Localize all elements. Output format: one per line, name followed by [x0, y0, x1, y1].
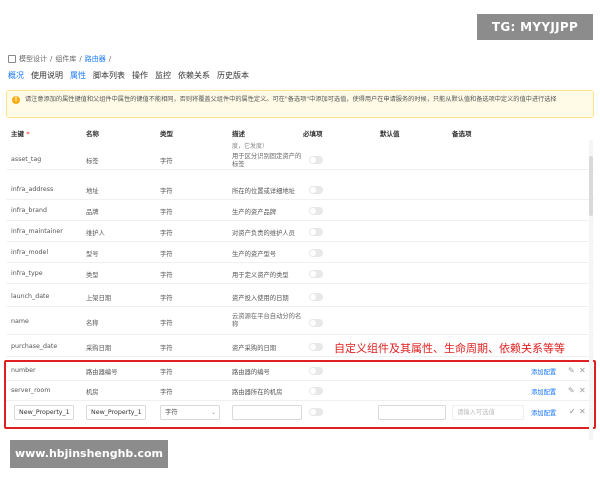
- alert-text: 请注意添加的属性键值和父组件中属性的键值不能相同，否则将覆盖父组件中的属性定义。…: [25, 96, 557, 103]
- breadcrumb-lib[interactable]: 组件库: [55, 54, 76, 64]
- tab-usage[interactable]: 使用说明: [31, 70, 63, 81]
- tab-bar: 概况 使用说明 属性 脚本列表 操作 监控 依赖关系 历史版本: [8, 70, 249, 81]
- cell-name: 名称: [86, 320, 99, 327]
- breadcrumb-sep: /: [79, 55, 82, 63]
- col-default: 默认值: [380, 130, 400, 138]
- tab-overview[interactable]: 概况: [8, 70, 24, 81]
- cell-type: 字符: [160, 251, 173, 258]
- cell-desc: 生产的资产型号: [232, 251, 277, 258]
- cell-type: 字符: [160, 272, 173, 279]
- annotation-text: 自定义组件及其属性、生命周期、依赖关系等等: [334, 342, 565, 355]
- table-row: name 名称 字符 云资源在平台自动分的名称: [6, 310, 594, 335]
- cell-desc: 生产的资产品牌: [232, 209, 277, 216]
- cell-desc: 所在的位置或详细地址: [232, 188, 295, 195]
- cell-type: 字符: [160, 345, 173, 352]
- table-row: infra_brand 品牌 字符 生产的资产品牌: [6, 201, 594, 221]
- watermark-top: TG: MYYJJPP: [477, 14, 593, 40]
- breadcrumb-current[interactable]: 路由器: [85, 54, 106, 64]
- breadcrumb-sep: /: [108, 55, 112, 63]
- cell-desc: 用于区分识别固定资产的标签: [232, 153, 302, 168]
- cell-key: purchase_date: [11, 343, 58, 350]
- tab-history[interactable]: 历史版本: [217, 70, 249, 81]
- cell-name: 品牌: [86, 209, 99, 216]
- tab-properties[interactable]: 属性: [70, 70, 86, 81]
- required-toggle[interactable]: [309, 207, 323, 215]
- required-toggle[interactable]: [309, 156, 323, 164]
- tab-monitoring[interactable]: 监控: [155, 70, 171, 81]
- required-toggle[interactable]: [309, 270, 323, 278]
- cell-desc: 资产采购的日期: [232, 345, 277, 352]
- col-required: 必填项: [303, 130, 323, 138]
- table-row: asset_tag 标签 字符 用于区分识别固定资产的标签: [6, 150, 594, 170]
- required-toggle[interactable]: [309, 293, 323, 301]
- required-toggle[interactable]: [309, 249, 323, 257]
- cell-name: 地址: [86, 188, 99, 195]
- breadcrumb-root[interactable]: 模型设计: [19, 54, 47, 64]
- scrollbar-thumb[interactable]: [589, 156, 593, 216]
- cell-desc: 资产投入使用的日期: [232, 295, 289, 302]
- tab-scripts[interactable]: 脚本列表: [93, 70, 125, 81]
- table-row: infra_model 型号 字符 生产的资产型号: [6, 243, 594, 263]
- cell-type: 字符: [160, 209, 173, 216]
- table-header: 主键 * 名称 类型 描述 必填项 默认值 备选项: [6, 124, 594, 140]
- cell-name: 采购日期: [86, 345, 112, 352]
- watermark-bottom: www.hbjinshenghb.com: [10, 440, 168, 468]
- col-desc: 描述: [232, 130, 245, 138]
- cell-type: 字符: [160, 295, 173, 302]
- cell-key: asset_tag: [11, 156, 42, 163]
- scrollbar[interactable]: [589, 140, 593, 440]
- cell-name: 标签: [86, 158, 99, 165]
- table-row: launch_date 上架日期 字符 资产投入使用的日期: [6, 287, 594, 307]
- breadcrumb-sep: /: [50, 55, 53, 63]
- cell-key: infra_maintainer: [11, 228, 63, 235]
- col-name: 名称: [86, 130, 99, 138]
- cell-desc: 云资源在平台自动分的名称: [232, 313, 302, 328]
- cell-type: 字符: [160, 320, 173, 327]
- table-row: infra_maintainer 维护人 字符 对资产负责的维护人员: [6, 222, 594, 242]
- tab-dependencies[interactable]: 依赖关系: [178, 70, 210, 81]
- cell-key: launch_date: [11, 293, 50, 300]
- cell-key: infra_type: [11, 270, 43, 277]
- warning-alert: ! 请注意添加的属性键值和父组件中属性的键值不能相同，否则将覆盖父组件中的属性定…: [6, 90, 594, 118]
- cell-desc-partial: 度，它发度）: [232, 143, 269, 150]
- cell-key: infra_model: [11, 249, 49, 256]
- warning-icon: !: [12, 96, 20, 104]
- cell-name: 上架日期: [86, 295, 112, 302]
- tab-operations[interactable]: 操作: [132, 70, 148, 81]
- table-row: infra_type 类型 字符 用于定义资产的类型: [6, 264, 594, 284]
- cell-name: 型号: [86, 251, 99, 258]
- required-toggle[interactable]: [309, 228, 323, 236]
- required-toggle[interactable]: [309, 343, 323, 351]
- cell-desc: 对资产负责的维护人员: [232, 230, 295, 237]
- required-toggle[interactable]: [309, 319, 323, 327]
- cell-key: name: [11, 318, 29, 325]
- col-type: 类型: [160, 130, 173, 138]
- cell-key: infra_brand: [11, 207, 47, 214]
- table-row: infra_address 地址 字符 所在的位置或详细地址: [6, 180, 594, 200]
- cell-name: 维护人: [86, 230, 105, 237]
- col-key: 主键 *: [11, 130, 30, 138]
- cube-icon: [8, 55, 16, 63]
- cell-key: infra_address: [11, 186, 54, 193]
- col-options: 备选项: [452, 130, 472, 138]
- cell-desc: 用于定义资产的类型: [232, 272, 289, 279]
- cell-name: 类型: [86, 272, 99, 279]
- cell-type: 字符: [160, 188, 173, 195]
- breadcrumb: 模型设计 / 组件库 / 路由器 /: [8, 54, 111, 64]
- cell-type: 字符: [160, 230, 173, 237]
- highlight-box: [4, 360, 596, 429]
- required-toggle[interactable]: [309, 186, 323, 194]
- cell-type: 字符: [160, 158, 173, 165]
